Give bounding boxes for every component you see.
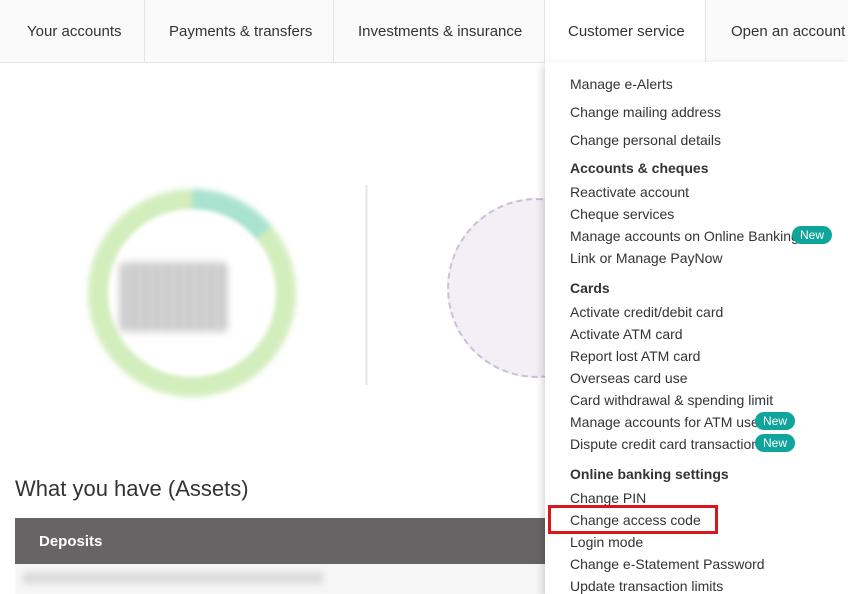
tab-open-an-account[interactable]: Open an account	[706, 0, 848, 62]
tab-your-accounts[interactable]: Your accounts	[0, 0, 145, 62]
menu-item-manage-accounts-online-banking[interactable]: Manage accounts on Online Banking	[570, 228, 799, 244]
blurred-account-text	[23, 572, 323, 584]
tab-investments-insurance[interactable]: Investments & insurance	[334, 0, 545, 62]
panel-divider	[365, 185, 368, 385]
menu-item-manage-accounts-atm-use[interactable]: Manage accounts for ATM use	[570, 414, 759, 430]
menu-item-change-pin[interactable]: Change PIN	[570, 490, 646, 506]
deposits-header[interactable]: Deposits	[15, 518, 555, 564]
menu-item-change-personal-details[interactable]: Change personal details	[570, 132, 721, 148]
menu-item-report-lost-atm-card[interactable]: Report lost ATM card	[570, 348, 700, 364]
new-badge: New	[755, 434, 796, 452]
menu-item-link-manage-paynow[interactable]: Link or Manage PayNow	[570, 250, 723, 266]
assets-title: What you have (Assets)	[15, 476, 249, 501]
tab-payments-transfers[interactable]: Payments & transfers	[145, 0, 334, 62]
menu-item-reactivate-account[interactable]: Reactivate account	[570, 184, 689, 200]
section-heading-accounts-cheques: Accounts & cheques	[570, 160, 709, 176]
top-navigation: Your accounts Payments & transfers Inves…	[0, 0, 848, 63]
blurred-balance	[120, 262, 228, 332]
menu-item-overseas-card-use[interactable]: Overseas card use	[570, 370, 688, 386]
menu-item-card-withdrawal-spending-limit[interactable]: Card withdrawal & spending limit	[570, 392, 773, 408]
menu-item-change-mailing-address[interactable]: Change mailing address	[570, 104, 721, 120]
menu-item-cheque-services[interactable]: Cheque services	[570, 206, 674, 222]
menu-item-update-transaction-limits[interactable]: Update transaction limits	[570, 578, 723, 594]
section-heading-cards: Cards	[570, 280, 610, 296]
menu-item-manage-e-alerts[interactable]: Manage e-Alerts	[570, 76, 673, 92]
menu-item-dispute-credit-card-transaction[interactable]: Dispute credit card transaction	[570, 436, 759, 452]
new-badge: New	[755, 412, 796, 430]
menu-item-activate-atm-card[interactable]: Activate ATM card	[570, 326, 683, 342]
deposit-account-row[interactable]	[15, 564, 555, 594]
deposits-label: Deposits	[39, 532, 103, 550]
section-heading-online-banking-settings: Online banking settings	[570, 466, 729, 482]
new-badge: New	[792, 226, 833, 244]
tab-customer-service[interactable]: Customer service	[545, 0, 706, 62]
menu-item-login-mode[interactable]: Login mode	[570, 534, 643, 550]
menu-item-change-e-statement-password[interactable]: Change e-Statement Password	[570, 556, 765, 572]
customer-service-dropdown: Manage e-Alerts Change mailing address C…	[545, 62, 848, 594]
menu-item-activate-credit-debit-card[interactable]: Activate credit/debit card	[570, 304, 723, 320]
highlight-box	[548, 505, 718, 534]
